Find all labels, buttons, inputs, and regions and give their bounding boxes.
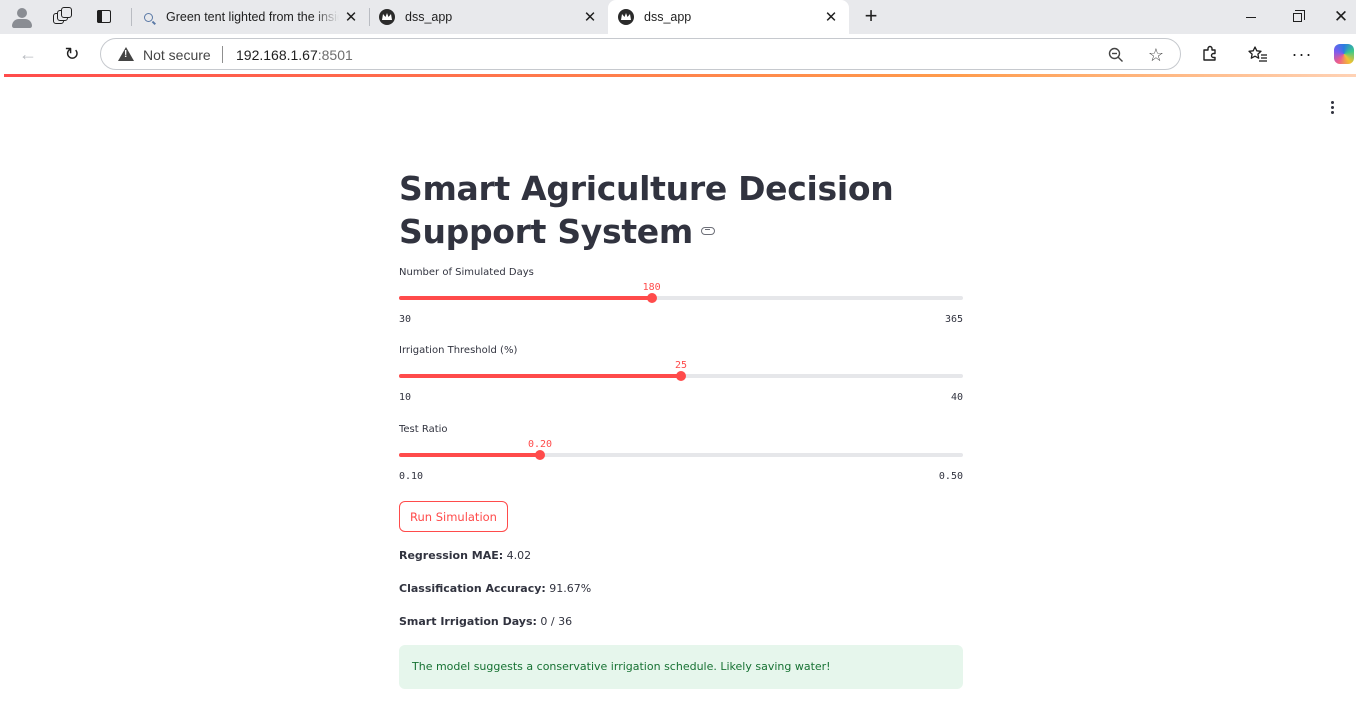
restore-icon[interactable]: [1274, 0, 1320, 34]
favorite-star-icon[interactable]: ☆: [1144, 43, 1168, 67]
address-divider: [222, 46, 223, 63]
slider-fill: [399, 453, 540, 457]
close-window-icon[interactable]: ✕: [1318, 0, 1356, 34]
slider-max: 0.50: [938, 471, 963, 482]
metric-value: 91.67%: [545, 582, 592, 595]
slider-track[interactable]: [399, 371, 963, 381]
slider-thumb[interactable]: [676, 371, 686, 381]
extensions-icon[interactable]: [1196, 40, 1224, 68]
url-host: 192.168.1.67: [236, 47, 318, 63]
security-label[interactable]: Not secure: [143, 47, 211, 63]
link-icon[interactable]: [700, 226, 715, 235]
copilot-icon[interactable]: [1330, 40, 1356, 68]
slider-track[interactable]: [399, 450, 963, 460]
run-simulation-button[interactable]: Run Simulation: [399, 501, 508, 532]
metric-smart-irrigation-days: Smart Irrigation Days: 0 / 36: [399, 615, 572, 628]
streamlit-crown-icon: [379, 9, 395, 25]
new-tab-icon[interactable]: +: [858, 5, 884, 29]
streamlit-crown-icon: [618, 9, 634, 25]
favorites-icon[interactable]: [1244, 40, 1272, 68]
tab-title: Green tent lighted from the inside: [166, 10, 339, 24]
slider-fill: [399, 296, 652, 300]
slider-min: 30: [399, 314, 412, 325]
slider-max: 365: [944, 314, 963, 325]
close-tab-icon[interactable]: ✕: [819, 5, 843, 29]
warning-icon: [118, 47, 134, 61]
metric-classification-accuracy: Classification Accuracy: 91.67%: [399, 582, 591, 595]
back-icon[interactable]: ←: [13, 40, 43, 68]
tab-actions-icon[interactable]: [91, 5, 117, 29]
page-title: Smart Agriculture Decision Support Syste…: [399, 167, 963, 253]
metric-value: 4.02: [503, 549, 532, 562]
slider-thumb[interactable]: [646, 293, 657, 303]
page-title-text: Smart Agriculture Decision Support Syste…: [399, 169, 894, 251]
browser-toolbar: ← ↻ Not secure 192.168.1.67:8501 ☆: [0, 34, 1356, 74]
more-options-icon[interactable]: ···: [1288, 40, 1316, 68]
success-alert: The model suggests a conservative irriga…: [399, 645, 963, 689]
slider-label: Number of Simulated Days: [399, 267, 534, 278]
tab-strip: Green tent lighted from the inside ✕ dss…: [0, 0, 1356, 34]
irrigation-threshold-slider[interactable]: Irrigation Threshold (%) 25 10 40: [399, 345, 963, 415]
slider-label: Irrigation Threshold (%): [399, 345, 518, 356]
slider-max: 40: [950, 392, 963, 403]
test-ratio-slider[interactable]: Test Ratio 0.20 0.10 0.50: [399, 424, 963, 494]
app-page: Smart Agriculture Decision Support Syste…: [4, 77, 1356, 706]
reload-icon[interactable]: ↻: [57, 40, 87, 68]
slider-value: 180: [642, 282, 661, 293]
minimize-icon[interactable]: [1228, 0, 1274, 34]
tab-search[interactable]: Green tent lighted from the inside ✕: [131, 0, 369, 34]
slider-label: Test Ratio: [399, 424, 448, 435]
slider-track[interactable]: [399, 293, 963, 303]
close-tab-icon[interactable]: ✕: [578, 5, 602, 29]
search-icon: [144, 12, 153, 22]
metric-label: Smart Irrigation Days:: [399, 615, 537, 628]
slider-thumb[interactable]: [535, 450, 545, 460]
tab-title: dss_app: [644, 10, 692, 24]
metric-regression-mae: Regression MAE: 4.02: [399, 549, 531, 562]
tab-title: dss_app: [405, 10, 453, 24]
url-text[interactable]: 192.168.1.67:8501: [236, 47, 353, 63]
main-menu-icon[interactable]: [1322, 97, 1342, 117]
slider-value: 0.20: [527, 439, 553, 450]
simulated-days-slider[interactable]: Number of Simulated Days 180 30 365: [399, 267, 963, 337]
tab-dss-app[interactable]: dss_app ✕: [369, 0, 608, 34]
address-bar[interactable]: Not secure 192.168.1.67:8501 ☆: [100, 38, 1181, 70]
slider-min: 10: [399, 392, 412, 403]
workspaces-icon[interactable]: [49, 5, 75, 29]
metric-label: Classification Accuracy:: [399, 582, 546, 595]
zoom-out-icon[interactable]: [1104, 43, 1128, 67]
tab-dss-app-active[interactable]: dss_app ✕: [608, 0, 849, 34]
slider-fill: [399, 374, 681, 378]
slider-value: 25: [674, 360, 688, 371]
url-port: :8501: [317, 47, 353, 63]
metric-label: Regression MAE:: [399, 549, 504, 562]
slider-min: 0.10: [399, 471, 424, 482]
profile-icon[interactable]: [9, 5, 35, 29]
close-tab-icon[interactable]: ✕: [339, 5, 363, 29]
metric-value: 0 / 36: [536, 615, 573, 628]
